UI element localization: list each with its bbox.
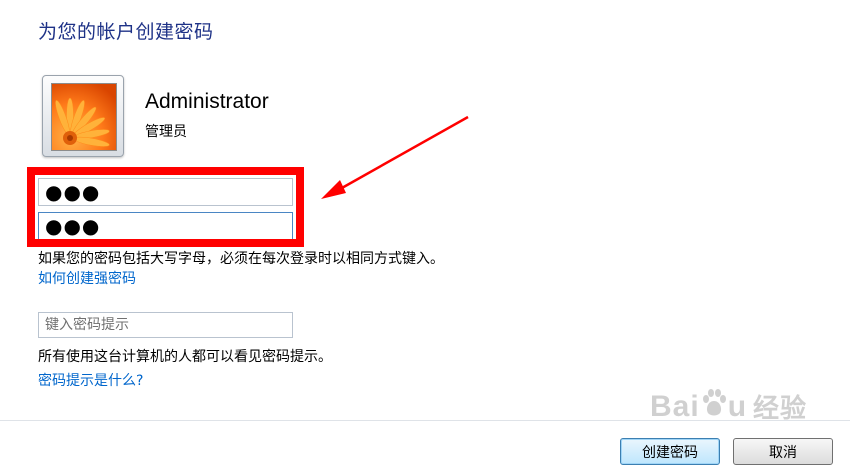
strong-password-link[interactable]: 如何创建强密码 (38, 268, 136, 288)
baidu-watermark: Bai u 经验 (650, 388, 807, 425)
watermark-brand-left: Bai (650, 389, 700, 423)
password-hint-field[interactable] (38, 312, 293, 338)
create-password-button[interactable]: 创建密码 (620, 438, 720, 465)
hint-visibility-note: 所有使用这台计算机的人都可以看见密码提示。 (38, 349, 332, 365)
watermark-brand-cn: 经验 (753, 394, 808, 424)
paw-icon (701, 388, 727, 425)
watermark-brand-right: u (727, 389, 748, 423)
caps-lock-warning: 如果您的密码包括大写字母，必须在每次登录时以相同方式键入。 (38, 251, 444, 267)
cancel-button[interactable]: 取消 (733, 438, 833, 465)
hint-help-link[interactable]: 密码提示是什么? (38, 370, 143, 390)
